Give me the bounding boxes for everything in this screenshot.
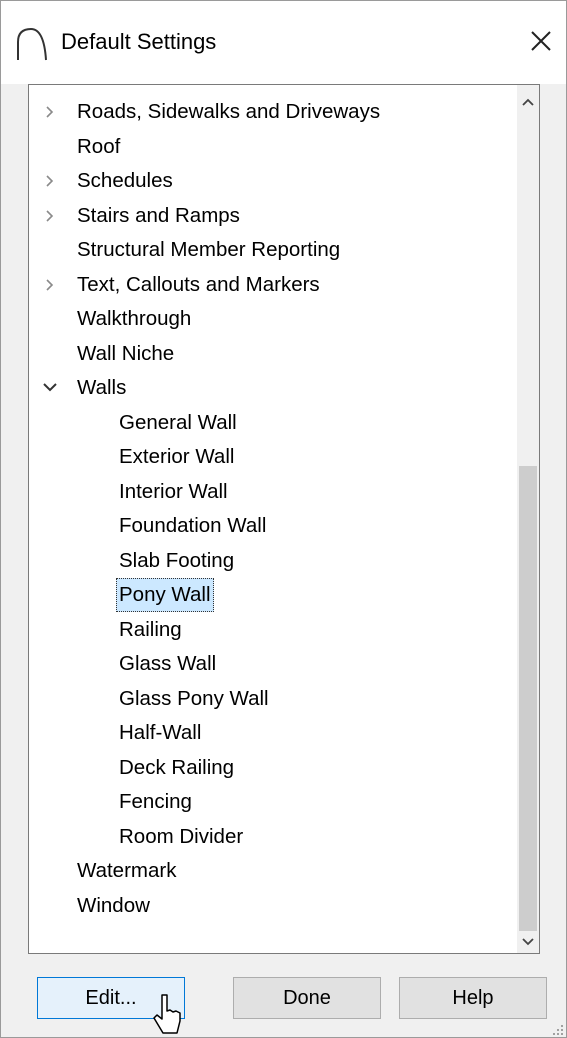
tree-item-label: Window xyxy=(77,893,150,917)
tree-item-label: Roof xyxy=(77,134,121,158)
title-bar: Default Settings xyxy=(1,1,566,84)
tree-subitem[interactable]: Pony Wall xyxy=(29,578,515,612)
tree-item-label: Slab Footing xyxy=(119,548,235,572)
mouse-pointer-icon xyxy=(153,994,181,1034)
scroll-down-button[interactable] xyxy=(517,931,539,953)
tree-item-label: Exterior Wall xyxy=(119,445,235,468)
dialog-title: Default Settings xyxy=(61,29,217,54)
tree-item-label: General Wall xyxy=(119,410,237,434)
tree-subitem[interactable]: Deck Railing xyxy=(29,751,515,785)
tree-subitem[interactable]: Fencing xyxy=(29,785,515,819)
tree-item[interactable]: Text, Callouts and Markers xyxy=(29,268,515,302)
tree-item[interactable]: Schedules xyxy=(29,164,515,198)
tree-item-label: Stairs and Ramps xyxy=(77,203,240,227)
tree-item-label: Deck Railing xyxy=(119,755,235,779)
chevron-down-icon xyxy=(522,938,534,946)
tree-item-label: Railing xyxy=(119,617,182,641)
tree-item[interactable]: Walkthrough xyxy=(29,302,515,336)
close-button[interactable] xyxy=(521,21,561,61)
tree-item-label: Room Divider xyxy=(119,824,244,848)
tree-subitem[interactable]: Foundation Wall xyxy=(29,509,515,543)
default-settings-dialog: Default Settings Roads, Sidewalks and Dr… xyxy=(0,0,567,1038)
tree-item-label: Walls xyxy=(77,376,127,399)
tree-subitem[interactable]: Exterior Wall xyxy=(29,440,515,474)
tree-subitem[interactable]: General Wall xyxy=(29,406,515,440)
tree-item-label: Half-Wall xyxy=(119,721,202,744)
tree-item-label: Roads, Sidewalks and Driveways xyxy=(77,100,381,123)
tree-item[interactable]: Roads, Sidewalks and Driveways xyxy=(29,95,515,129)
arc-icon xyxy=(17,27,47,61)
tree-item-label: Interior Wall xyxy=(119,479,228,503)
tree-item-label: Glass Wall xyxy=(119,652,217,675)
tree-item-label: Pony Wall xyxy=(116,578,214,612)
resize-grip-icon[interactable] xyxy=(549,1021,565,1037)
tree-item[interactable]: Watermark xyxy=(29,854,515,888)
help-button[interactable]: Help xyxy=(399,977,547,1019)
tree-subitem[interactable]: Railing xyxy=(29,613,515,647)
tree-item[interactable]: Stairs and Ramps xyxy=(29,199,515,233)
chevron-right-icon[interactable] xyxy=(41,199,59,233)
chevron-up-icon xyxy=(522,98,534,106)
scroll-up-button[interactable] xyxy=(517,91,539,113)
done-button[interactable]: Done xyxy=(233,977,381,1019)
chevron-right-icon[interactable] xyxy=(41,164,59,198)
tree-item[interactable]: Walls xyxy=(29,371,515,405)
tree-subitem[interactable]: Glass Pony Wall xyxy=(29,682,515,716)
tree-item-label: Text, Callouts and Markers xyxy=(77,272,320,296)
tree-item-label: Watermark xyxy=(77,859,177,882)
tree-item[interactable]: Window xyxy=(29,889,515,923)
chevron-down-icon[interactable] xyxy=(41,371,59,405)
tree-item[interactable]: Wall Niche xyxy=(29,337,515,371)
tree-item-label: Wall Niche xyxy=(77,341,175,365)
settings-tree[interactable]: Roads, Sidewalks and Driveways Roof Schedu… xyxy=(28,84,540,954)
tree-subitem[interactable]: Slab Footing xyxy=(29,544,515,578)
tree-item-label: Structural Member Reporting xyxy=(77,238,341,261)
tree-subitem[interactable]: Glass Wall xyxy=(29,647,515,681)
tree-subitem[interactable]: Half-Wall xyxy=(29,716,515,750)
tree-item-label: Fencing xyxy=(119,790,192,813)
tree-subitem[interactable]: Interior Wall xyxy=(29,475,515,509)
chevron-right-icon[interactable] xyxy=(41,95,59,129)
tree-item-label: Foundation Wall xyxy=(119,514,267,537)
vertical-scrollbar[interactable] xyxy=(517,85,539,953)
close-icon xyxy=(531,31,551,51)
tree-item-label: Walkthrough xyxy=(77,307,192,330)
tree-item[interactable]: Structural Member Reporting xyxy=(29,233,515,267)
tree-item[interactable]: Roof xyxy=(29,130,515,164)
tree-item-label: Glass Pony Wall xyxy=(119,686,269,710)
chevron-right-icon[interactable] xyxy=(41,268,59,302)
tree-subitem[interactable]: Room Divider xyxy=(29,820,515,854)
scroll-thumb[interactable] xyxy=(519,466,537,931)
tree-item-label: Schedules xyxy=(77,169,173,192)
